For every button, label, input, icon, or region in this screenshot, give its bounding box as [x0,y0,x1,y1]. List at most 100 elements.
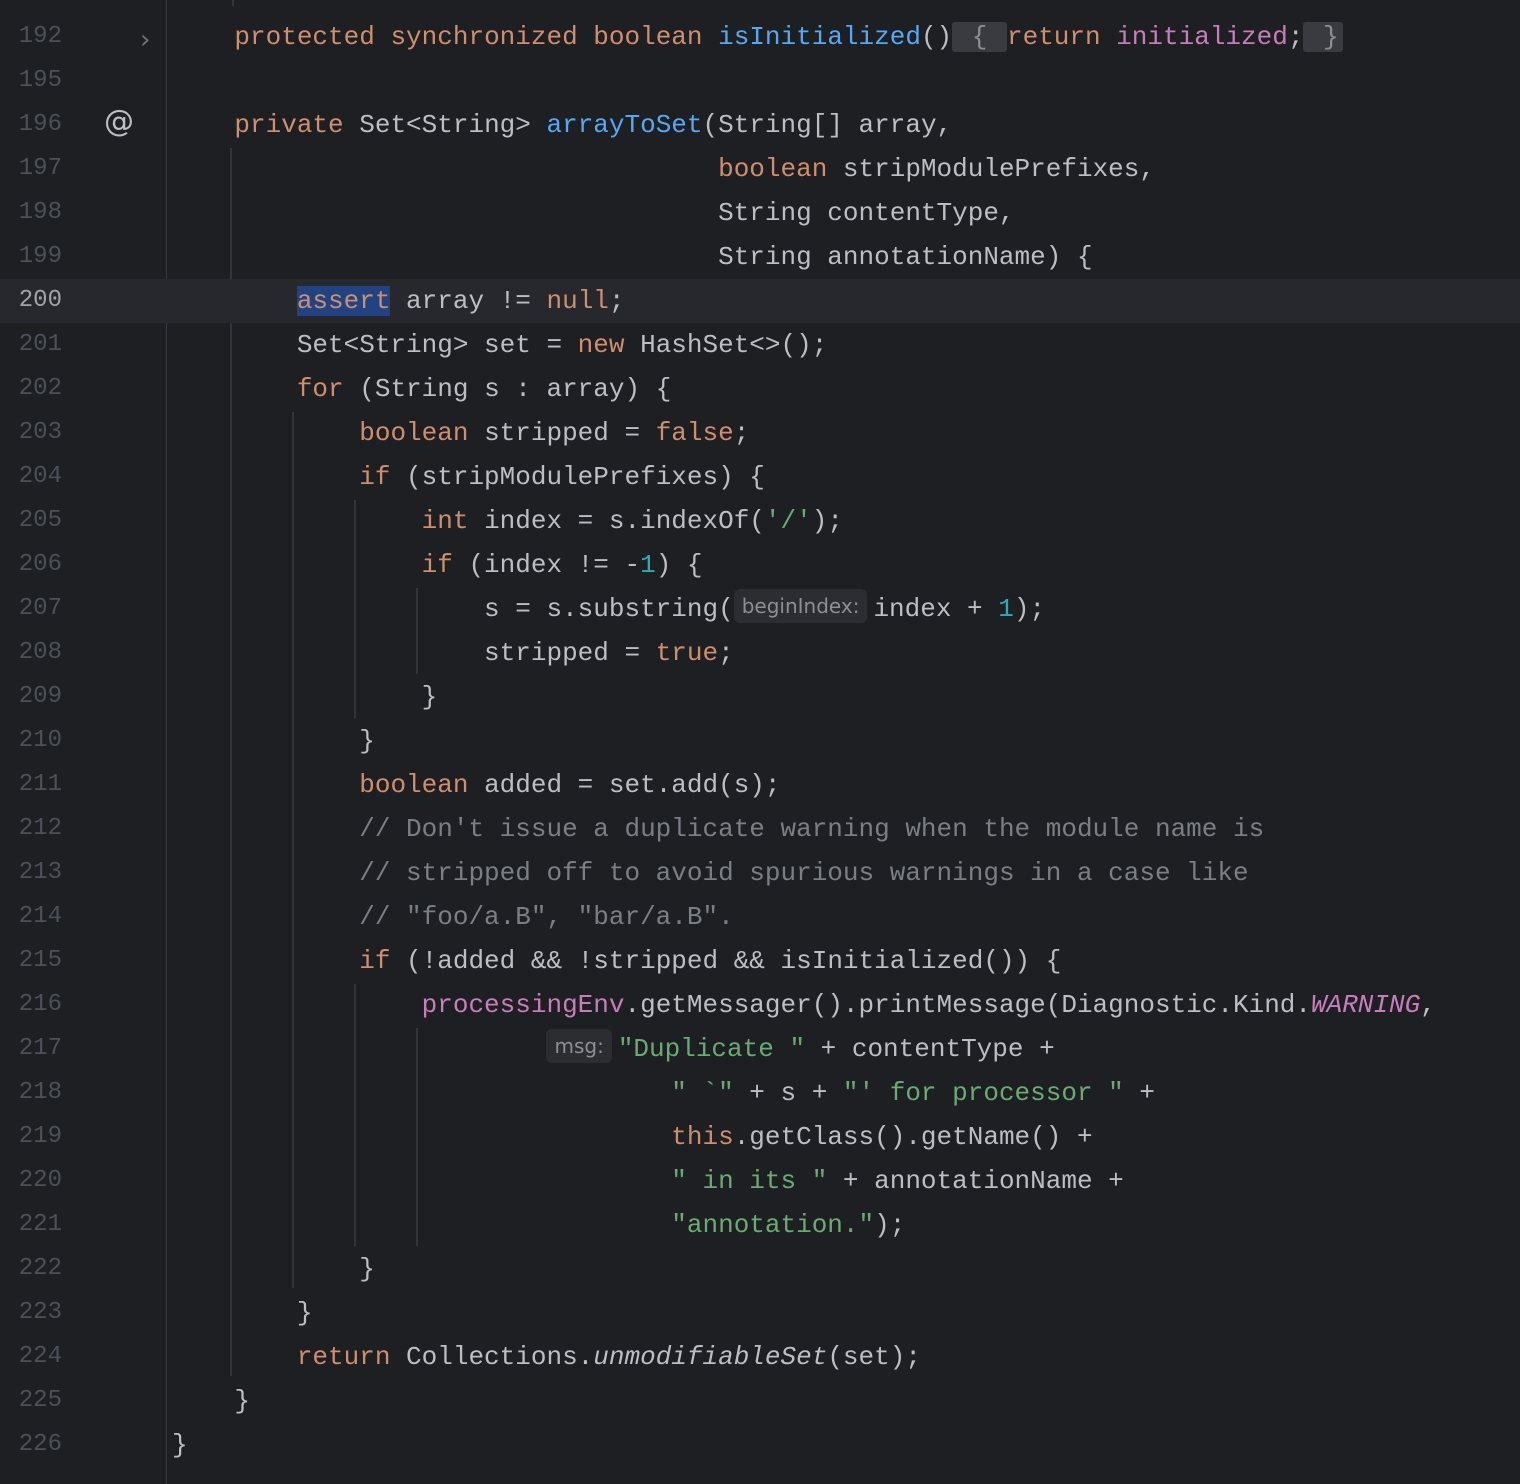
code-line[interactable]: 201 Set<String> set = new HashSet<>(); [0,323,1520,367]
code-text[interactable]: private Set<String> arrayToSet(String[] … [172,103,952,147]
code-text[interactable]: if (!added && !stripped && isInitialized… [172,939,1061,983]
code-text[interactable]: boolean stripped = false; [172,411,749,455]
code-line[interactable]: 199 String annotationName) { [0,235,1520,279]
code-line[interactable]: 221 "annotation."); [0,1203,1520,1247]
folded-region-end[interactable]: } [1303,22,1343,52]
code-line[interactable]: 198 String contentType, [0,191,1520,235]
code-text[interactable]: "annotation."); [172,1203,905,1247]
line-number: 199 [18,243,62,270]
code-line[interactable]: 214 // "foo/a.B", "bar/a.B". [0,895,1520,939]
code-text[interactable]: Set<String> set = new HashSet<>(); [172,323,828,367]
code-line[interactable]: 211 boolean added = set.add(s); [0,763,1520,807]
code-text[interactable] [172,59,188,103]
line-number: 208 [18,639,62,666]
code-line[interactable]: 207 s = s.substring(beginIndex: index + 1… [0,587,1520,631]
code-line[interactable]: 209 } [0,675,1520,719]
code-text[interactable]: String contentType, [172,191,1014,235]
line-number: 218 [18,1079,62,1106]
code-text[interactable]: for (String s : array) { [172,367,671,411]
code-line[interactable]: 213 // stripped off to avoid spurious wa… [0,851,1520,895]
code-line[interactable]: 196 private Set<String> arrayToSet(Strin… [0,103,1520,147]
code-text[interactable]: this.getClass().getName() + [172,1115,1092,1159]
code-line[interactable]: 215 if (!added && !stripped && isInitial… [0,939,1520,983]
code-line[interactable]: 206 if (index != -1) { [0,543,1520,587]
code-text[interactable]: // stripped off to avoid spurious warnin… [172,851,1248,895]
inlay-hint-begin-index: beginIndex: [733,589,868,623]
code-line[interactable]: 205 int index = s.indexOf('/'); [0,499,1520,543]
line-number: 196 [18,111,62,138]
code-line[interactable]: 208 stripped = true; [0,631,1520,675]
code-line-current[interactable]: 200 assert array != null; [0,279,1520,323]
line-number: 225 [18,1387,62,1414]
line-number: 198 [18,199,62,226]
at-sign-icon[interactable]: @ [104,104,138,140]
line-number: 216 [18,991,62,1018]
line-number: 226 [18,1431,62,1458]
code-editor[interactable]: 192 protected synchronized boolean isIni… [0,0,1520,1484]
line-number: 206 [18,551,62,578]
code-text[interactable]: } [172,1423,188,1467]
code-text[interactable]: " in its " + annotationName + [172,1159,1123,1203]
selected-word: assert [296,286,391,316]
line-number: 192 [18,23,62,50]
code-text[interactable]: s = s.substring(beginIndex: index + 1); [172,587,1045,631]
code-line[interactable]: 192 protected synchronized boolean isIni… [0,15,1520,59]
code-line[interactable]: 217 msg: "Duplicate " + contentType + [0,1027,1520,1071]
line-number: 212 [18,815,62,842]
code-line[interactable]: 202 for (String s : array) { [0,367,1520,411]
code-text[interactable]: } [172,1291,313,1335]
code-line[interactable]: 197 boolean stripModulePrefixes, [0,147,1520,191]
code-text[interactable]: } [172,1379,250,1423]
code-text[interactable]: // "foo/a.B", "bar/a.B". [172,895,733,939]
code-text[interactable]: assert array != null; [172,279,625,323]
line-number: 214 [18,903,62,930]
code-line[interactable]: 204 if (stripModulePrefixes) { [0,455,1520,499]
inlay-hint-msg: msg: [546,1029,612,1063]
code-line[interactable]: 212 // Don't issue a duplicate warning w… [0,807,1520,851]
folded-region-start[interactable]: { [952,22,1007,52]
code-line[interactable]: 203 boolean stripped = false; [0,411,1520,455]
line-number: 221 [18,1211,62,1238]
line-number: 215 [18,947,62,974]
code-line[interactable]: 218 " `" + s + "' for processor " + [0,1071,1520,1115]
code-text[interactable]: String annotationName) { [172,235,1092,279]
code-text[interactable]: processingEnv.getMessager().printMessage… [172,983,1436,1027]
line-number: 200 [18,287,62,314]
code-text[interactable]: } [172,1247,375,1291]
code-text[interactable]: } [172,675,438,719]
line-number: 219 [18,1123,62,1150]
code-text[interactable]: } [172,719,375,763]
line-number: 203 [18,419,62,446]
code-text[interactable]: // Don't issue a duplicate warning when … [172,807,1264,851]
code-text[interactable]: stripped = true; [172,631,734,675]
code-line[interactable]: 195 [0,59,1520,103]
code-line[interactable]: 220 " in its " + annotationName + [0,1159,1520,1203]
line-number: 204 [18,463,62,490]
code-line[interactable]: 219 this.getClass().getName() + [0,1115,1520,1159]
code-text[interactable]: int index = s.indexOf('/'); [172,499,843,543]
line-number: 213 [18,859,62,886]
line-number: 223 [18,1299,62,1326]
line-number: 195 [18,67,62,94]
line-number: 207 [18,595,62,622]
code-line[interactable]: 226 } [0,1423,1520,1467]
code-line[interactable]: 224 return Collections.unmodifiableSet(s… [0,1335,1520,1379]
line-number: 201 [18,331,62,358]
code-text[interactable]: " `" + s + "' for processor " + [172,1071,1155,1115]
code-text[interactable]: boolean stripModulePrefixes, [172,147,1155,191]
code-text[interactable]: protected synchronized boolean isInitial… [172,15,1343,59]
code-line[interactable]: 210 } [0,719,1520,763]
code-line[interactable]: 216 processingEnv.getMessager().printMes… [0,983,1520,1027]
code-line[interactable]: 222 } [0,1247,1520,1291]
code-text[interactable]: return Collections.unmodifiableSet(set); [172,1335,921,1379]
chevron-right-icon[interactable]: › [140,22,164,58]
line-number: 205 [18,507,62,534]
indent-guide [232,0,234,6]
code-text[interactable]: if (index != -1) { [172,543,703,587]
code-text[interactable]: boolean added = set.add(s); [172,763,780,807]
code-text[interactable]: if (stripModulePrefixes) { [172,455,765,499]
code-line[interactable]: 223 } [0,1291,1520,1335]
line-number: 197 [18,155,62,182]
code-text[interactable]: msg: "Duplicate " + contentType + [172,1027,1055,1071]
code-line[interactable]: 225 } [0,1379,1520,1423]
